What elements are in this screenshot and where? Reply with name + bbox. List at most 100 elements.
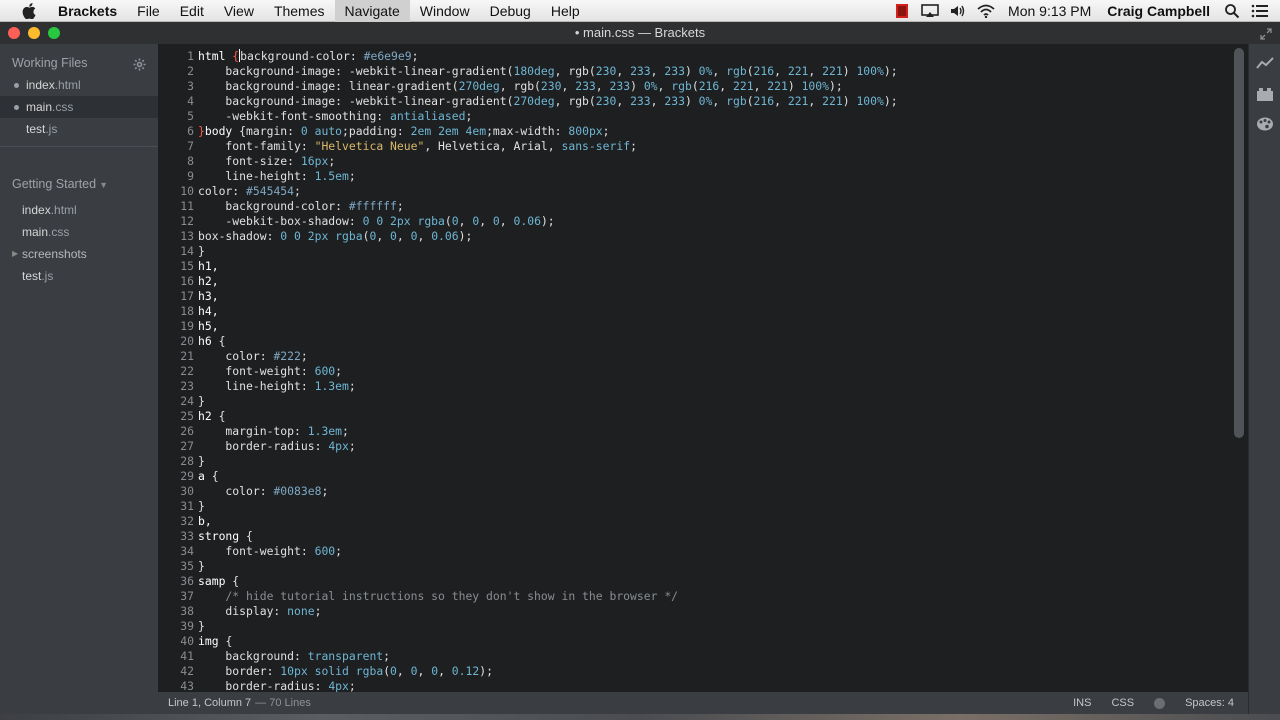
menu-view[interactable]: View xyxy=(214,0,264,22)
code-text[interactable]: color: #0083e8; xyxy=(198,484,328,499)
line-number[interactable]: 13 xyxy=(158,229,194,244)
code-line[interactable]: 4 background-image: -webkit-linear-gradi… xyxy=(158,94,1248,109)
line-number[interactable]: 18 xyxy=(158,304,194,319)
code-line[interactable]: 33 strong { xyxy=(158,529,1248,544)
code-line[interactable]: 12 -webkit-box-shadow: 0 0 2px rgba(0, 0… xyxy=(158,214,1248,229)
code-line[interactable]: 35} xyxy=(158,559,1248,574)
code-line[interactable]: 2 background-image: -webkit-linear-gradi… xyxy=(158,64,1248,79)
code-line[interactable]: 10 color: #545454; xyxy=(158,184,1248,199)
cursor-position[interactable]: Line 1, Column 7 xyxy=(168,697,251,709)
apple-menu-icon[interactable] xyxy=(18,0,40,22)
code-text[interactable]: -webkit-font-smoothing: antialiased; xyxy=(198,109,472,124)
code-text[interactable]: line-height: 1.3em; xyxy=(198,379,355,394)
code-text[interactable]: }body {margin: 0 auto;padding: 2em 2em 4… xyxy=(198,124,610,139)
line-number[interactable]: 24 xyxy=(158,394,194,409)
code-line[interactable]: 40 img { xyxy=(158,634,1248,649)
line-number[interactable]: 32 xyxy=(158,514,194,529)
code-text[interactable]: html {background-color: #e6e9e9; xyxy=(198,49,418,64)
line-number[interactable]: 17 xyxy=(158,289,194,304)
notification-center-icon[interactable] xyxy=(1246,0,1274,22)
code-line[interactable]: 31} xyxy=(158,499,1248,514)
code-line[interactable]: 42 border: 10px solid rgba(0, 0, 0, 0.12… xyxy=(158,664,1248,679)
code-line[interactable]: 3 background-image: linear-gradient(270d… xyxy=(158,79,1248,94)
line-number[interactable]: 35 xyxy=(158,559,194,574)
code-text[interactable]: h4, xyxy=(198,304,219,319)
code-text[interactable]: background: transparent; xyxy=(198,649,390,664)
code-text[interactable]: img { xyxy=(198,634,232,649)
line-number[interactable]: 4 xyxy=(158,94,194,109)
code-line[interactable]: 6 }body {margin: 0 auto;padding: 2em 2em … xyxy=(158,124,1248,139)
line-number[interactable]: 40 xyxy=(158,634,194,649)
code-text[interactable]: box-shadow: 0 0 2px rgba(0, 0, 0, 0.06); xyxy=(198,229,472,244)
code-line[interactable]: 25 h2 { xyxy=(158,409,1248,424)
code-line[interactable]: 26 margin-top: 1.3em; xyxy=(158,424,1248,439)
code-line[interactable]: 30 color: #0083e8; xyxy=(158,484,1248,499)
line-number[interactable]: 6 xyxy=(158,124,194,139)
code-line[interactable]: 14} xyxy=(158,244,1248,259)
line-number[interactable]: 8 xyxy=(158,154,194,169)
line-number[interactable]: 34 xyxy=(158,544,194,559)
code-text[interactable]: font-weight: 600; xyxy=(198,364,342,379)
code-text[interactable]: b, xyxy=(198,514,212,529)
code-line[interactable]: 28} xyxy=(158,454,1248,469)
line-number[interactable]: 2 xyxy=(158,64,194,79)
code-text[interactable]: line-height: 1.5em; xyxy=(198,169,355,184)
line-number[interactable]: 7 xyxy=(158,139,194,154)
code-text[interactable]: } xyxy=(198,559,205,574)
code-line[interactable]: 21 color: #222; xyxy=(158,349,1248,364)
line-number[interactable]: 14 xyxy=(158,244,194,259)
working-file-test-js[interactable]: test.js xyxy=(0,118,158,140)
line-number[interactable]: 39 xyxy=(158,619,194,634)
code-line[interactable]: 15 h1, xyxy=(158,259,1248,274)
menu-app-name[interactable]: Brackets xyxy=(48,0,127,22)
code-line[interactable]: 17 h3, xyxy=(158,289,1248,304)
airplay-icon[interactable] xyxy=(916,0,944,22)
code-editor[interactable]: 1 html {background-color: #e6e9e9; 2 backg… xyxy=(158,44,1248,692)
line-number[interactable]: 22 xyxy=(158,364,194,379)
code-line[interactable]: 5 -webkit-font-smoothing: antialiased; xyxy=(158,109,1248,124)
code-text[interactable]: display: none; xyxy=(198,604,321,619)
menubar-clock[interactable]: Mon 9:13 PM xyxy=(1000,3,1099,19)
line-number[interactable]: 23 xyxy=(158,379,194,394)
menu-file[interactable]: File xyxy=(127,0,170,22)
code-line[interactable]: 20 h6 { xyxy=(158,334,1248,349)
code-text[interactable]: background-image: linear-gradient(270deg… xyxy=(198,79,842,94)
theme-palette-icon[interactable] xyxy=(1255,114,1275,134)
code-line[interactable]: 16 h2, xyxy=(158,274,1248,289)
code-text[interactable]: h6 { xyxy=(198,334,225,349)
code-text[interactable]: h5, xyxy=(198,319,219,334)
code-line[interactable]: 19 h5, xyxy=(158,319,1248,334)
code-line[interactable]: 8 font-size: 16px; xyxy=(158,154,1248,169)
line-number[interactable]: 38 xyxy=(158,604,194,619)
menu-edit[interactable]: Edit xyxy=(170,0,214,22)
line-number[interactable]: 33 xyxy=(158,529,194,544)
line-number[interactable]: 28 xyxy=(158,454,194,469)
line-number[interactable]: 21 xyxy=(158,349,194,364)
code-text[interactable]: } xyxy=(198,454,205,469)
project-file-test-js[interactable]: test.js xyxy=(0,265,158,287)
code-text[interactable]: font-family: "Helvetica Neue", Helvetica… xyxy=(198,139,637,154)
code-text[interactable]: strong { xyxy=(198,529,253,544)
code-text[interactable]: } xyxy=(198,499,205,514)
code-text[interactable]: background-image: -webkit-linear-gradien… xyxy=(198,94,897,109)
code-text[interactable]: border-radius: 4px; xyxy=(198,679,355,692)
menu-help[interactable]: Help xyxy=(541,0,590,22)
code-text[interactable]: h1, xyxy=(198,259,219,274)
live-preview-icon[interactable] xyxy=(1255,54,1275,74)
fullscreen-icon[interactable] xyxy=(1260,27,1272,45)
code-line[interactable]: 38 display: none; xyxy=(158,604,1248,619)
menubar-user[interactable]: Craig Campbell xyxy=(1099,3,1218,19)
code-line[interactable]: 1 html {background-color: #e6e9e9; xyxy=(158,49,1248,64)
code-text[interactable]: } xyxy=(198,394,205,409)
code-text[interactable]: border-radius: 4px; xyxy=(198,439,355,454)
indent-setting[interactable]: Spaces: 4 xyxy=(1175,697,1248,709)
code-line[interactable]: 22 font-weight: 600; xyxy=(158,364,1248,379)
code-line[interactable]: 43 border-radius: 4px; xyxy=(158,679,1248,692)
code-text[interactable]: margin-top: 1.3em; xyxy=(198,424,348,439)
code-text[interactable]: h2, xyxy=(198,274,219,289)
menu-debug[interactable]: Debug xyxy=(480,0,541,22)
menu-navigate[interactable]: Navigate xyxy=(334,0,410,22)
line-number[interactable]: 42 xyxy=(158,664,194,679)
code-line[interactable]: 27 border-radius: 4px; xyxy=(158,439,1248,454)
code-line[interactable]: 37 /* hide tutorial instructions so they… xyxy=(158,589,1248,604)
